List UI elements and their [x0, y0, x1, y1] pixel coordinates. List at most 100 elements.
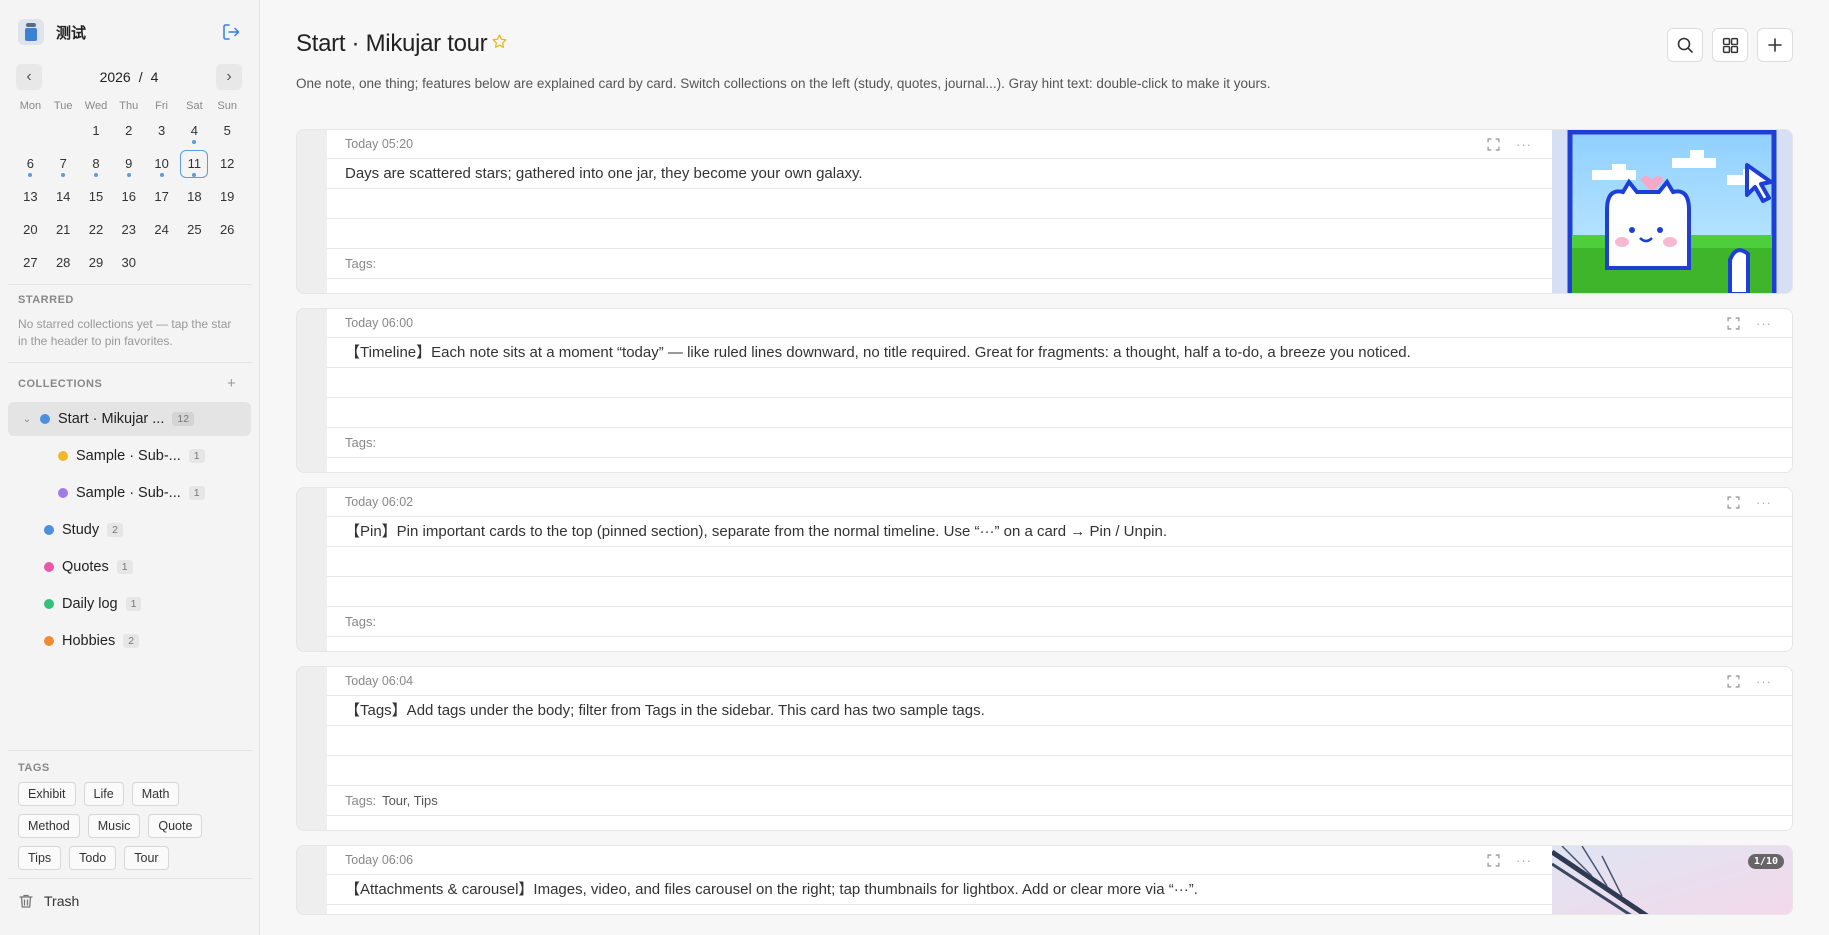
chevron-down-icon[interactable]: ⌄	[20, 414, 34, 425]
calendar-day[interactable]: 8	[80, 147, 113, 180]
calendar-day[interactable]: 5	[211, 114, 244, 147]
tag-chip-music[interactable]: Music	[87, 814, 141, 838]
note-card[interactable]: Today 06:00 ··· 【Timeline】Each note sits…	[296, 308, 1793, 473]
collection-item-daily-log[interactable]: Daily log 1	[44, 587, 142, 621]
more-options-icon[interactable]: ···	[1516, 853, 1532, 868]
note-body[interactable]: 【Attachments & carousel】Images, video, a…	[327, 875, 1552, 905]
tag-chip-todo[interactable]: Todo	[69, 846, 117, 870]
calendar-day[interactable]: 22	[80, 213, 113, 246]
calendar-day[interactable]: 13	[14, 180, 47, 213]
note-tags[interactable]: Tags: Tour, Tips	[327, 786, 1792, 816]
note-body[interactable]: 【Tags】Add tags under the body; filter fr…	[327, 696, 1792, 726]
calendar-month-title[interactable]: 2026 / 4	[42, 69, 216, 85]
calendar-day-today[interactable]: 11	[178, 147, 211, 180]
collection-item-start[interactable]: ⌄ Start · Mikujar ... 12	[8, 402, 251, 436]
note-empty-line[interactable]	[327, 368, 1792, 398]
calendar-day[interactable]: 26	[211, 213, 244, 246]
calendar-day[interactable]: 27	[14, 246, 47, 279]
star-icon[interactable]	[491, 33, 508, 55]
more-options-icon[interactable]: ···	[1756, 495, 1772, 510]
tag-chip-life[interactable]: Life	[83, 782, 124, 806]
note-card[interactable]: Today 05:20 ··· Days are scattered stars…	[296, 129, 1793, 294]
calendar-day[interactable]: 18	[178, 180, 211, 213]
note-card[interactable]: Today 06:02 ··· 【Pin】Pin important cards…	[296, 487, 1793, 652]
attachment-thumbnail[interactable]	[1552, 130, 1792, 293]
calendar-day[interactable]: 28	[47, 246, 80, 279]
calendar-day[interactable]: 12	[211, 147, 244, 180]
calendar-day[interactable]: 3	[145, 114, 178, 147]
note-empty-line[interactable]	[327, 189, 1552, 219]
calendar-day[interactable]: 21	[47, 213, 80, 246]
expand-icon[interactable]	[1727, 316, 1740, 330]
collection-item-hobbies[interactable]: Hobbies 2	[44, 624, 140, 658]
note-card[interactable]: Today 06:06 ··· 【Attachments & carousel】…	[296, 845, 1793, 915]
sidebar: 测试 ‹ 2026/4 › Mon Tue Wed Thu Fri Sat Sun 1 2 3 4 5…	[0, 0, 260, 935]
calendar-day[interactable]: 9	[112, 147, 145, 180]
calendar-day[interactable]: 17	[145, 180, 178, 213]
calendar-day[interactable]: 19	[211, 180, 244, 213]
note-card[interactable]: Today 06:04 ··· 【Tags】Add tags under the…	[296, 666, 1793, 831]
layout-toggle-button[interactable]	[1712, 28, 1748, 62]
page-header: Start · Mikujar tour	[296, 30, 508, 58]
calendar-day[interactable]: 6	[14, 147, 47, 180]
add-note-button[interactable]	[1757, 28, 1793, 62]
search-button[interactable]	[1667, 28, 1703, 62]
collection-item-study[interactable]: Study 2	[44, 513, 123, 547]
page-title[interactable]: Start · Mikujar tour	[296, 30, 488, 58]
tag-chip-tips[interactable]: Tips	[18, 846, 62, 870]
calendar-day[interactable]: 23	[112, 213, 145, 246]
note-tags[interactable]: Tags:	[327, 428, 1792, 458]
more-options-icon[interactable]: ···	[1756, 316, 1772, 331]
weekday-label: Fri	[155, 100, 168, 112]
calendar-day[interactable]: 10	[145, 147, 178, 180]
collection-item-quotes[interactable]: Quotes 1	[44, 550, 133, 584]
note-empty-line[interactable]	[327, 726, 1792, 756]
calendar-day[interactable]: 15	[80, 180, 113, 213]
note-empty-line[interactable]	[327, 547, 1792, 577]
calendar-day[interactable]: 7	[47, 147, 80, 180]
tag-chip-exhibit[interactable]: Exhibit	[18, 782, 76, 806]
tag-chip-math[interactable]: Math	[131, 782, 180, 806]
expand-icon[interactable]	[1727, 495, 1740, 509]
calendar-day[interactable]: 25	[178, 213, 211, 246]
more-options-icon[interactable]: ···	[1516, 137, 1532, 152]
logout-icon[interactable]	[220, 21, 242, 43]
note-time: Today 06:06	[345, 853, 414, 867]
calendar-day[interactable]: 30	[112, 246, 145, 279]
note-empty-line[interactable]	[327, 577, 1792, 607]
calendar-day[interactable]: 16	[112, 180, 145, 213]
tag-chip-quote[interactable]: Quote	[148, 814, 203, 838]
more-options-icon[interactable]: ···	[1756, 674, 1772, 689]
attachment-carousel[interactable]: 1/10	[1552, 846, 1792, 914]
expand-icon[interactable]	[1727, 674, 1740, 688]
prev-month-button[interactable]: ‹	[16, 64, 42, 90]
tag-chip-method[interactable]: Method	[18, 814, 80, 838]
calendar-separator: /	[138, 69, 143, 85]
note-body[interactable]: 【Pin】Pin important cards to the top (pin…	[327, 517, 1792, 547]
next-month-button[interactable]: ›	[216, 64, 242, 90]
note-empty-line[interactable]	[327, 756, 1792, 786]
note-body[interactable]: Days are scattered stars; gathered into …	[327, 159, 1552, 189]
calendar-day[interactable]: 1	[80, 114, 113, 147]
collection-name: Hobbies	[62, 633, 116, 649]
trash-button[interactable]: Trash	[18, 893, 79, 909]
note-empty-line[interactable]	[327, 398, 1792, 428]
add-collection-button[interactable]: +	[227, 375, 236, 392]
calendar-day[interactable]: 24	[145, 213, 178, 246]
calendar-day[interactable]: 14	[47, 180, 80, 213]
note-empty-line[interactable]	[327, 219, 1552, 249]
calendar-day[interactable]: 29	[80, 246, 113, 279]
calendar-day[interactable]: 20	[14, 213, 47, 246]
calendar-day-number: 10	[154, 156, 169, 171]
tag-chip-tour[interactable]: Tour	[124, 846, 169, 870]
expand-icon[interactable]	[1487, 137, 1500, 151]
calendar-day[interactable]: 4	[178, 114, 211, 147]
note-body[interactable]: 【Timeline】Each note sits at a moment “to…	[327, 338, 1792, 368]
collection-item-sample-2[interactable]: Sample · Sub-... 1	[58, 476, 205, 510]
tags-label: TAGS	[18, 762, 50, 774]
note-tags[interactable]: Tags:	[327, 249, 1552, 279]
collection-item-sample-1[interactable]: Sample · Sub-... 1	[58, 439, 205, 473]
note-tags[interactable]: Tags:	[327, 607, 1792, 637]
calendar-day[interactable]: 2	[112, 114, 145, 147]
expand-icon[interactable]	[1487, 853, 1500, 867]
